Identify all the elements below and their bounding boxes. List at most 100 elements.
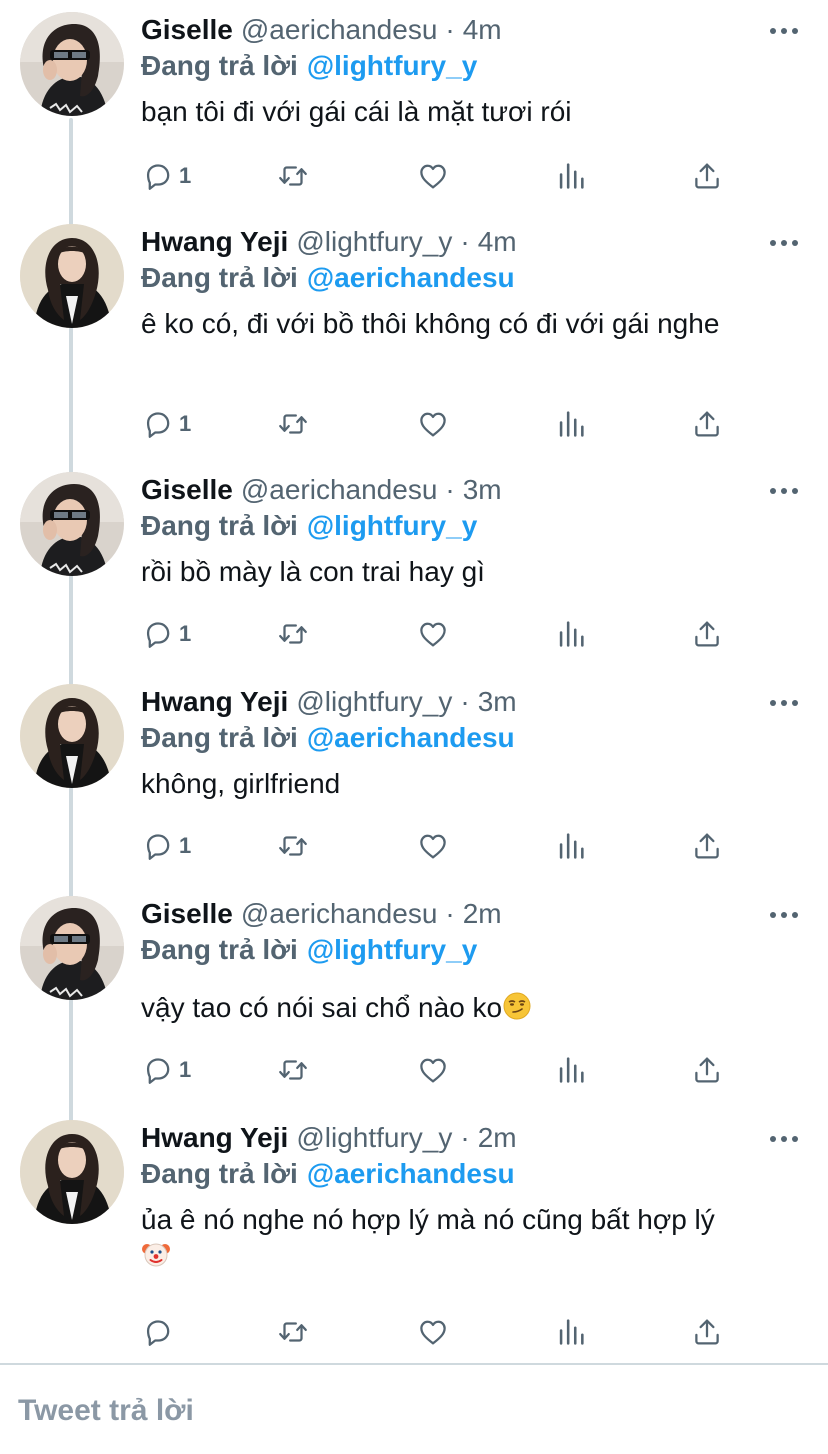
display-name[interactable]: Giselle xyxy=(141,474,233,506)
mention-link[interactable]: @aerichandesu xyxy=(307,722,515,754)
heart-icon xyxy=(416,1315,450,1349)
user-handle[interactable]: @lightfury_y xyxy=(296,1122,452,1154)
view-analytics-button[interactable] xyxy=(554,616,588,652)
view-analytics-button[interactable] xyxy=(554,158,588,194)
reply-composer-input[interactable]: Tweet trả lời xyxy=(18,1394,194,1428)
bar-chart-icon xyxy=(554,159,588,193)
retweet-icon xyxy=(276,1053,310,1087)
share-button[interactable] xyxy=(690,406,724,442)
reply-button[interactable]: 1 xyxy=(141,406,191,442)
user-handle[interactable]: @aerichandesu xyxy=(241,898,438,930)
reply-icon xyxy=(141,617,175,651)
retweet-icon xyxy=(276,407,310,441)
retweet-icon xyxy=(276,829,310,863)
timestamp[interactable]: 4m xyxy=(478,226,517,258)
retweet-button[interactable] xyxy=(276,1052,310,1088)
avatar[interactable] xyxy=(20,12,124,116)
tweet[interactable]: Giselle @aerichandesu · 4m Đang trả lời … xyxy=(0,12,828,212)
display-name[interactable]: Hwang Yeji xyxy=(141,686,288,718)
mention-link[interactable]: @aerichandesu xyxy=(307,1158,515,1190)
like-button[interactable] xyxy=(416,616,450,652)
timestamp[interactable]: 3m xyxy=(478,686,517,718)
retweet-button[interactable] xyxy=(276,616,310,652)
more-options-icon[interactable] xyxy=(770,912,798,920)
more-options-icon[interactable] xyxy=(770,1136,798,1144)
display-name[interactable]: Giselle xyxy=(141,14,233,46)
share-button[interactable] xyxy=(690,616,724,652)
view-analytics-button[interactable] xyxy=(554,1052,588,1088)
more-options-icon[interactable] xyxy=(770,28,798,36)
mention-link[interactable]: @lightfury_y xyxy=(307,50,477,82)
tweet-text-content: ê ko có, đi với bồ thôi không có đi với … xyxy=(141,308,720,339)
mention-link[interactable]: @lightfury_y xyxy=(307,934,477,966)
replying-to: Đang trả lời @lightfury_y xyxy=(141,48,477,84)
tweet-header: Hwang Yeji @lightfury_y · 4m xyxy=(141,224,517,260)
more-options-icon[interactable] xyxy=(770,488,798,496)
display-name[interactable]: Giselle xyxy=(141,898,233,930)
timestamp[interactable]: 3m xyxy=(463,474,502,506)
tweet[interactable]: Hwang Yeji @lightfury_y · 2m Đang trả lờ… xyxy=(0,1120,828,1360)
replying-label: Đang trả lời xyxy=(141,262,298,293)
tweet-text: bạn tôi đi với gái cái là mặt tươi rói xyxy=(141,94,801,130)
user-handle[interactable]: @aerichandesu xyxy=(241,474,438,506)
tweet[interactable]: Hwang Yeji @lightfury_y · 4m Đang trả lờ… xyxy=(0,224,828,464)
timestamp[interactable]: 2m xyxy=(463,898,502,930)
like-button[interactable] xyxy=(416,1052,450,1088)
avatar[interactable] xyxy=(20,896,124,1000)
like-button[interactable] xyxy=(416,1314,450,1350)
reply-icon xyxy=(141,407,175,441)
giselle-avatar-icon xyxy=(20,12,124,116)
share-button[interactable] xyxy=(690,1314,724,1350)
tweet-header: Giselle @aerichandesu · 3m xyxy=(141,472,502,508)
more-options-icon[interactable] xyxy=(770,240,798,248)
display-name[interactable]: Hwang Yeji xyxy=(141,1122,288,1154)
composer-divider xyxy=(0,1363,828,1365)
tweet[interactable]: Hwang Yeji @lightfury_y · 3m Đang trả lờ… xyxy=(0,684,828,884)
tweet-header: Hwang Yeji @lightfury_y · 3m xyxy=(141,684,517,720)
reply-icon xyxy=(141,1315,175,1349)
yeji-avatar-icon xyxy=(20,224,124,328)
view-analytics-button[interactable] xyxy=(554,828,588,864)
avatar[interactable] xyxy=(20,684,124,788)
separator-dot: · xyxy=(460,1122,470,1153)
tweet[interactable]: Giselle @aerichandesu · 2m Đang trả lời … xyxy=(0,896,828,1106)
mention-link[interactable]: @lightfury_y xyxy=(307,510,477,542)
retweet-button[interactable] xyxy=(276,1314,310,1350)
reply-button[interactable]: 1 xyxy=(141,1052,191,1088)
avatar[interactable] xyxy=(20,1120,124,1224)
retweet-button[interactable] xyxy=(276,158,310,194)
retweet-button[interactable] xyxy=(276,406,310,442)
like-button[interactable] xyxy=(416,158,450,194)
share-button[interactable] xyxy=(690,828,724,864)
tweet-text: không, girlfriend xyxy=(141,766,801,802)
separator-dot: · xyxy=(460,226,470,257)
replying-label: Đang trả lời xyxy=(141,934,298,965)
avatar[interactable] xyxy=(20,472,124,576)
reply-button[interactable]: 1 xyxy=(141,616,191,652)
timestamp[interactable]: 2m xyxy=(478,1122,517,1154)
user-handle[interactable]: @aerichandesu xyxy=(241,14,438,46)
bar-chart-icon xyxy=(554,1053,588,1087)
like-button[interactable] xyxy=(416,406,450,442)
share-button[interactable] xyxy=(690,1052,724,1088)
tweet[interactable]: Giselle @aerichandesu · 3m Đang trả lời … xyxy=(0,472,828,672)
view-analytics-button[interactable] xyxy=(554,1314,588,1350)
user-handle[interactable]: @lightfury_y xyxy=(296,686,452,718)
like-button[interactable] xyxy=(416,828,450,864)
view-analytics-button[interactable] xyxy=(554,406,588,442)
share-button[interactable] xyxy=(690,158,724,194)
display-name[interactable]: Hwang Yeji xyxy=(141,226,288,258)
share-icon xyxy=(690,617,724,651)
mention-link[interactable]: @aerichandesu xyxy=(307,262,515,294)
replying-to: Đang trả lời @aerichandesu xyxy=(141,260,515,296)
tweet-text: ủa ê nó nghe nó hợp lý mà nó cũng bất hợ… xyxy=(141,1202,801,1278)
reply-button[interactable]: 1 xyxy=(141,828,191,864)
avatar[interactable] xyxy=(20,224,124,328)
more-options-icon[interactable] xyxy=(770,700,798,708)
reply-button[interactable]: 1 xyxy=(141,158,191,194)
reply-button[interactable] xyxy=(141,1314,179,1350)
share-icon xyxy=(690,1053,724,1087)
user-handle[interactable]: @lightfury_y xyxy=(296,226,452,258)
timestamp[interactable]: 4m xyxy=(463,14,502,46)
retweet-button[interactable] xyxy=(276,828,310,864)
